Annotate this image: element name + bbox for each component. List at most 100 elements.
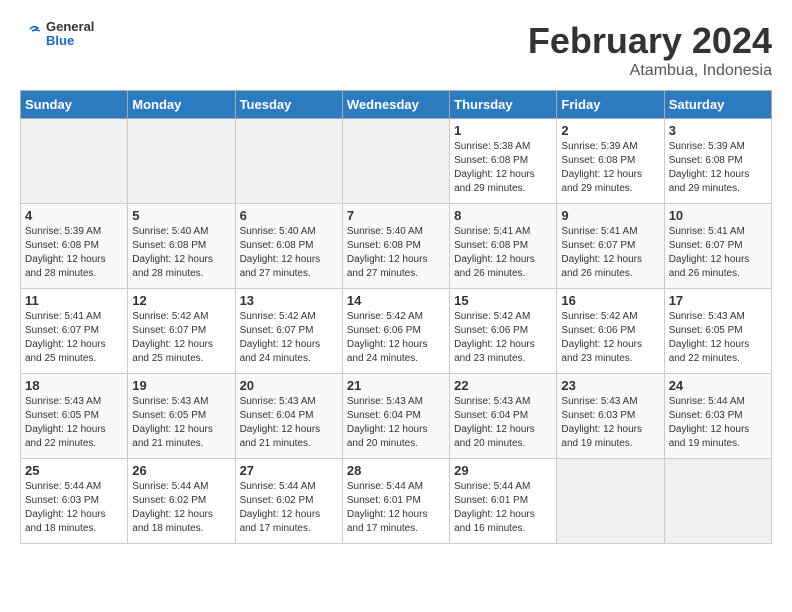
day-info: Sunrise: 5:44 AM Sunset: 6:03 PM Dayligh…: [669, 395, 767, 451]
day-cell: 13Sunrise: 5:42 AM Sunset: 6:07 PM Dayli…: [235, 289, 342, 374]
weekday-header-friday: Friday: [557, 91, 664, 119]
weekday-header-monday: Monday: [128, 91, 235, 119]
week-row-4: 18Sunrise: 5:43 AM Sunset: 6:05 PM Dayli…: [21, 374, 772, 459]
week-row-5: 25 Sunrise: 5:44 AM Sunset: 6:03 PM Dayli…: [21, 459, 772, 544]
page-header: General Blue February 2024 Atambua, Indo…: [20, 20, 772, 80]
day-cell: 3 Sunrise: 5:39 AM Sunset: 6:08 PM Daylig…: [664, 119, 771, 204]
day-number: 23: [561, 378, 659, 393]
calendar-header: SundayMondayTuesdayWednesdayThursdayFrid…: [21, 91, 772, 119]
day-number: 11: [25, 293, 123, 308]
calendar-body: 1Sunrise: 5:38 AM Sunset: 6:08 PM Daylig…: [21, 119, 772, 544]
day-info: Sunrise: 5:42 AM Sunset: 6:06 PM Dayligh…: [454, 310, 552, 366]
calendar-subtitle: Atambua, Indonesia: [528, 62, 772, 80]
day-number: 9: [561, 208, 659, 223]
calendar-table: SundayMondayTuesdayWednesdayThursdayFrid…: [20, 90, 772, 544]
day-cell: [235, 119, 342, 204]
day-number: 5: [132, 208, 230, 223]
day-cell: 24Sunrise: 5:44 AM Sunset: 6:03 PM Dayli…: [664, 374, 771, 459]
day-info: Sunrise: 5:43 AM Sunset: 6:05 PM Dayligh…: [25, 395, 123, 451]
logo-bird-icon: [20, 23, 42, 45]
day-cell: [128, 119, 235, 204]
day-number: 1: [454, 123, 552, 138]
day-number: 16: [561, 293, 659, 308]
day-info: Sunrise: 5:42 AM Sunset: 6:07 PM Dayligh…: [240, 310, 338, 366]
weekday-header-thursday: Thursday: [450, 91, 557, 119]
day-cell: 26 Sunrise: 5:44 AM Sunset: 6:02 PM Dayli…: [128, 459, 235, 544]
day-cell: 4 Sunrise: 5:39 AM Sunset: 6:08 PM Daylig…: [21, 204, 128, 289]
day-cell: 16 Sunrise: 5:42 AM Sunset: 6:06 PM Dayli…: [557, 289, 664, 374]
day-info: Sunrise: 5:44 AM Sunset: 6:02 PM Dayligh…: [240, 480, 338, 536]
day-info: Sunrise: 5:44 AM Sunset: 6:01 PM Dayligh…: [347, 480, 445, 536]
day-cell: [342, 119, 449, 204]
day-cell: 1Sunrise: 5:38 AM Sunset: 6:08 PM Daylig…: [450, 119, 557, 204]
weekday-header-tuesday: Tuesday: [235, 91, 342, 119]
day-cell: [664, 459, 771, 544]
logo-line2: Blue: [46, 34, 94, 48]
weekday-row: SundayMondayTuesdayWednesdayThursdayFrid…: [21, 91, 772, 119]
day-cell: 23Sunrise: 5:43 AM Sunset: 6:03 PM Dayli…: [557, 374, 664, 459]
week-row-1: 1Sunrise: 5:38 AM Sunset: 6:08 PM Daylig…: [21, 119, 772, 204]
day-cell: 15 Sunrise: 5:42 AM Sunset: 6:06 PM Dayli…: [450, 289, 557, 374]
day-cell: 5Sunrise: 5:40 AM Sunset: 6:08 PM Daylig…: [128, 204, 235, 289]
day-info: Sunrise: 5:43 AM Sunset: 6:04 PM Dayligh…: [347, 395, 445, 451]
day-number: 6: [240, 208, 338, 223]
day-info: Sunrise: 5:44 AM Sunset: 6:02 PM Dayligh…: [132, 480, 230, 536]
day-cell: 21 Sunrise: 5:43 AM Sunset: 6:04 PM Dayli…: [342, 374, 449, 459]
day-info: Sunrise: 5:44 AM Sunset: 6:03 PM Dayligh…: [25, 480, 123, 536]
day-cell: [557, 459, 664, 544]
day-info: Sunrise: 5:40 AM Sunset: 6:08 PM Dayligh…: [240, 225, 338, 281]
day-number: 22: [454, 378, 552, 393]
day-cell: 7Sunrise: 5:40 AM Sunset: 6:08 PM Daylig…: [342, 204, 449, 289]
day-info: Sunrise: 5:39 AM Sunset: 6:08 PM Dayligh…: [561, 140, 659, 196]
week-row-2: 4 Sunrise: 5:39 AM Sunset: 6:08 PM Daylig…: [21, 204, 772, 289]
day-info: Sunrise: 5:41 AM Sunset: 6:08 PM Dayligh…: [454, 225, 552, 281]
logo: General Blue: [20, 20, 94, 49]
day-info: Sunrise: 5:39 AM Sunset: 6:08 PM Dayligh…: [25, 225, 123, 281]
day-number: 29: [454, 463, 552, 478]
day-cell: 22 Sunrise: 5:43 AM Sunset: 6:04 PM Dayli…: [450, 374, 557, 459]
day-number: 25: [25, 463, 123, 478]
day-cell: 11 Sunrise: 5:41 AM Sunset: 6:07 PM Dayli…: [21, 289, 128, 374]
weekday-header-saturday: Saturday: [664, 91, 771, 119]
day-number: 3: [669, 123, 767, 138]
day-cell: 14 Sunrise: 5:42 AM Sunset: 6:06 PM Dayli…: [342, 289, 449, 374]
day-cell: 8 Sunrise: 5:41 AM Sunset: 6:08 PM Daylig…: [450, 204, 557, 289]
day-number: 8: [454, 208, 552, 223]
day-number: 4: [25, 208, 123, 223]
day-info: Sunrise: 5:42 AM Sunset: 6:06 PM Dayligh…: [561, 310, 659, 366]
day-cell: 17 Sunrise: 5:43 AM Sunset: 6:05 PM Dayli…: [664, 289, 771, 374]
day-info: Sunrise: 5:39 AM Sunset: 6:08 PM Dayligh…: [669, 140, 767, 196]
day-info: Sunrise: 5:42 AM Sunset: 6:06 PM Dayligh…: [347, 310, 445, 366]
day-info: Sunrise: 5:41 AM Sunset: 6:07 PM Dayligh…: [561, 225, 659, 281]
calendar-title: February 2024: [528, 20, 772, 62]
day-info: Sunrise: 5:43 AM Sunset: 6:05 PM Dayligh…: [669, 310, 767, 366]
day-info: Sunrise: 5:41 AM Sunset: 6:07 PM Dayligh…: [25, 310, 123, 366]
day-number: 10: [669, 208, 767, 223]
day-cell: 20Sunrise: 5:43 AM Sunset: 6:04 PM Dayli…: [235, 374, 342, 459]
day-cell: 19 Sunrise: 5:43 AM Sunset: 6:05 PM Dayli…: [128, 374, 235, 459]
day-number: 15: [454, 293, 552, 308]
day-number: 27: [240, 463, 338, 478]
day-number: 21: [347, 378, 445, 393]
day-number: 17: [669, 293, 767, 308]
day-cell: 28Sunrise: 5:44 AM Sunset: 6:01 PM Dayli…: [342, 459, 449, 544]
day-info: Sunrise: 5:43 AM Sunset: 6:05 PM Dayligh…: [132, 395, 230, 451]
day-number: 26: [132, 463, 230, 478]
day-number: 12: [132, 293, 230, 308]
day-info: Sunrise: 5:40 AM Sunset: 6:08 PM Dayligh…: [347, 225, 445, 281]
day-info: Sunrise: 5:42 AM Sunset: 6:07 PM Dayligh…: [132, 310, 230, 366]
day-cell: [21, 119, 128, 204]
day-number: 14: [347, 293, 445, 308]
day-info: Sunrise: 5:41 AM Sunset: 6:07 PM Dayligh…: [669, 225, 767, 281]
weekday-header-wednesday: Wednesday: [342, 91, 449, 119]
day-info: Sunrise: 5:44 AM Sunset: 6:01 PM Dayligh…: [454, 480, 552, 536]
day-cell: 10 Sunrise: 5:41 AM Sunset: 6:07 PM Dayli…: [664, 204, 771, 289]
day-number: 19: [132, 378, 230, 393]
day-cell: 27 Sunrise: 5:44 AM Sunset: 6:02 PM Dayli…: [235, 459, 342, 544]
day-info: Sunrise: 5:43 AM Sunset: 6:04 PM Dayligh…: [454, 395, 552, 451]
day-cell: 12 Sunrise: 5:42 AM Sunset: 6:07 PM Dayli…: [128, 289, 235, 374]
weekday-header-sunday: Sunday: [21, 91, 128, 119]
day-cell: 6 Sunrise: 5:40 AM Sunset: 6:08 PM Daylig…: [235, 204, 342, 289]
day-number: 2: [561, 123, 659, 138]
day-cell: 25 Sunrise: 5:44 AM Sunset: 6:03 PM Dayli…: [21, 459, 128, 544]
